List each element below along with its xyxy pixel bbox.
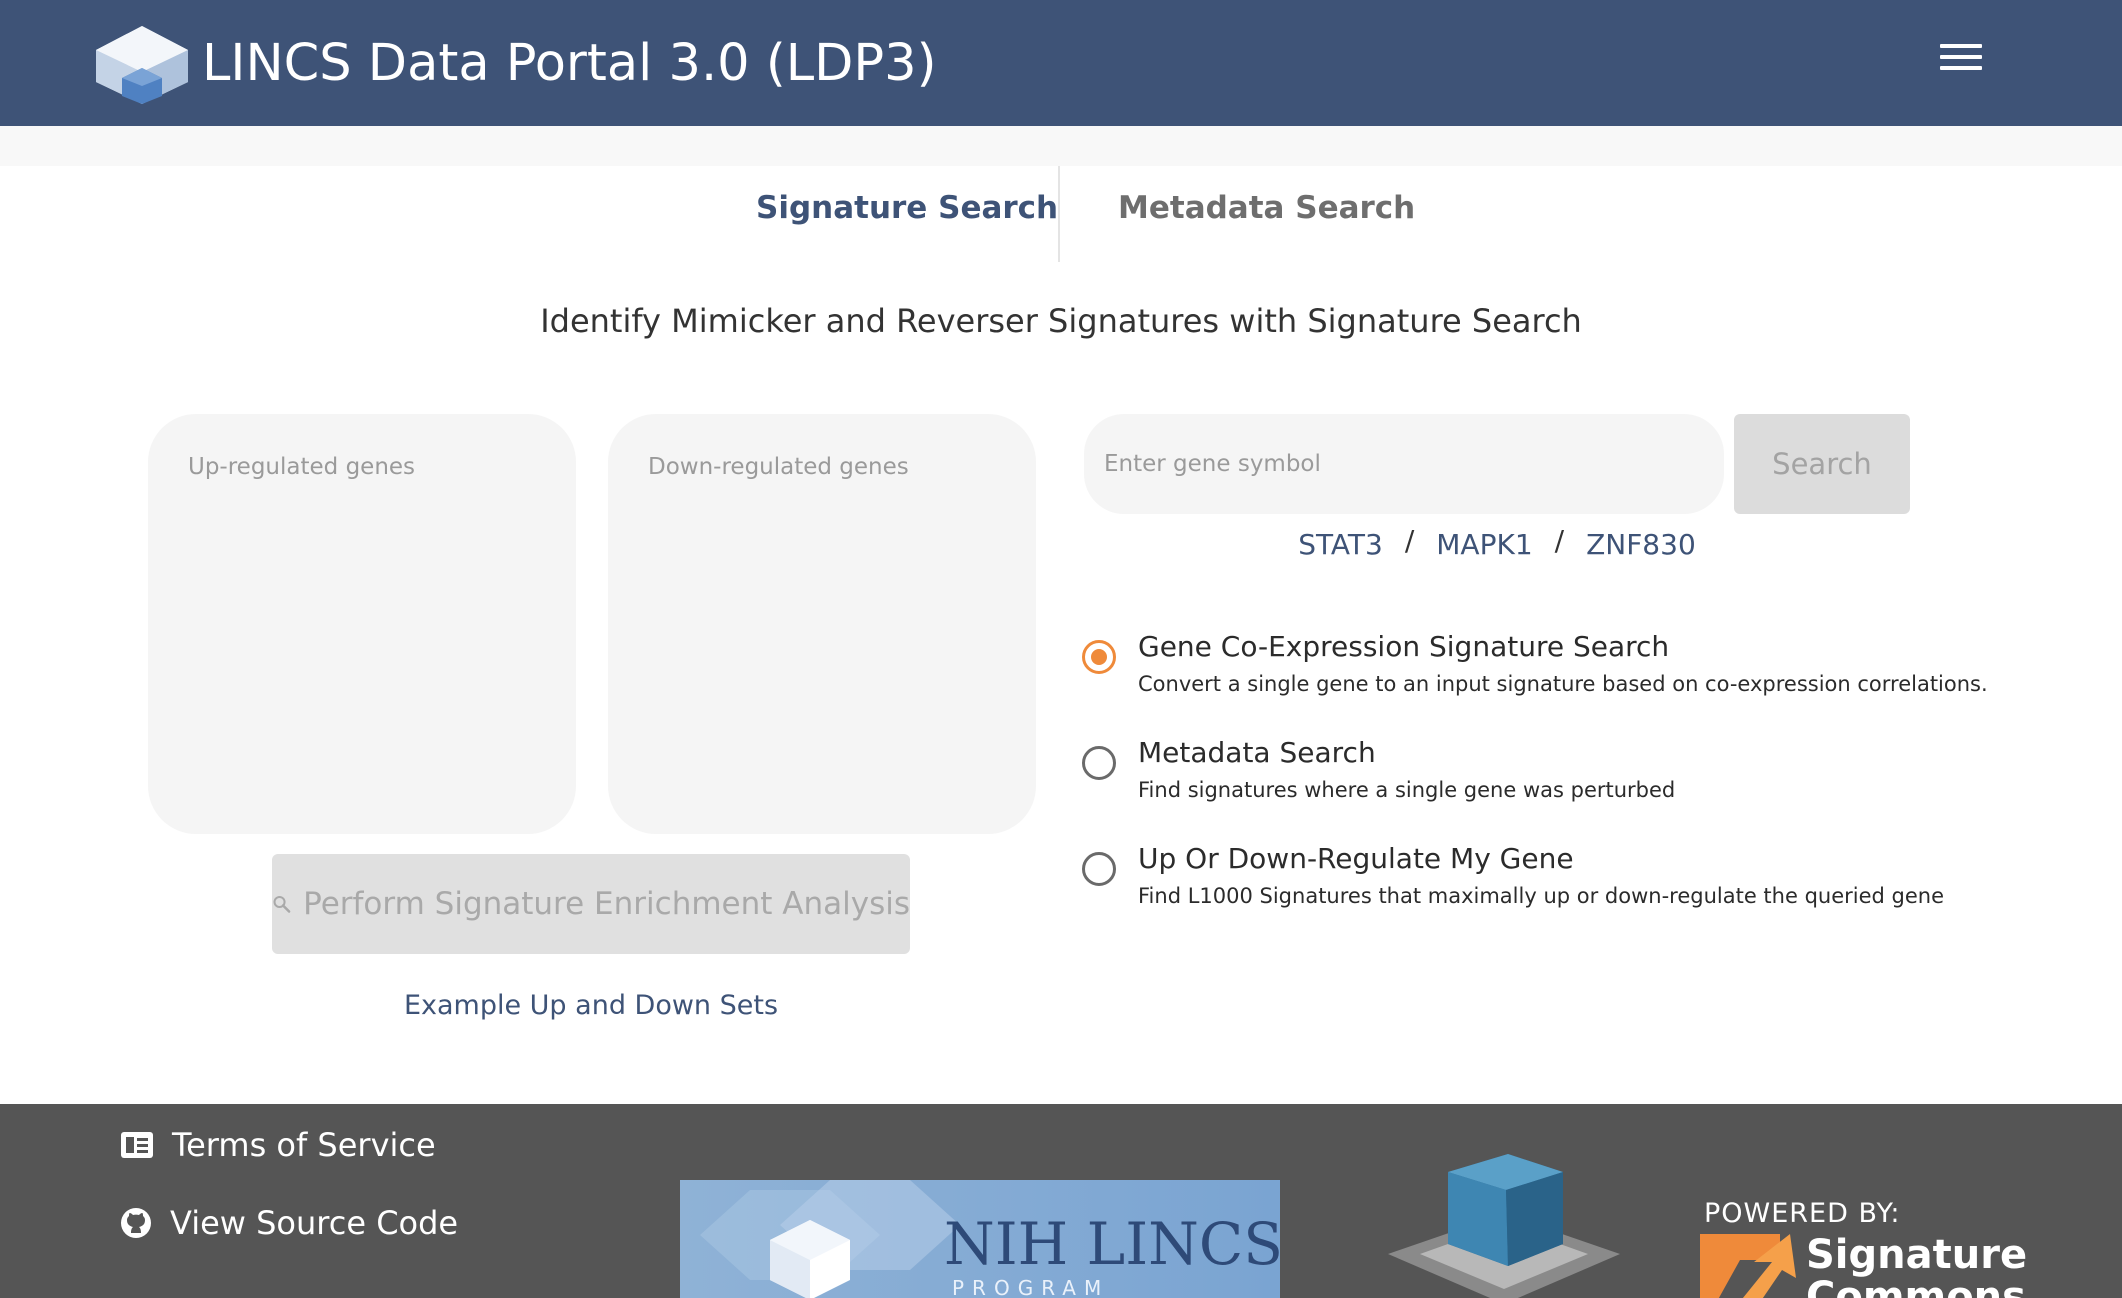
search-mode-title: Metadata Search xyxy=(1138,736,1376,769)
up-regulated-genes-input[interactable] xyxy=(148,414,576,834)
signature-commons-name-line-1: Signature xyxy=(1806,1232,2028,1278)
document-icon xyxy=(121,1132,153,1158)
radio-button[interactable] xyxy=(1082,852,1116,886)
enrich-button-label: Perform Signature Enrichment Analysis xyxy=(303,886,910,922)
search-mode-option[interactable]: Metadata Search Find signatures where a … xyxy=(1082,736,1982,816)
search-mode-description: Convert a single gene to an input signat… xyxy=(1138,672,1988,696)
tab-divider xyxy=(1058,166,1060,262)
perform-enrichment-button[interactable]: Perform Signature Enrichment Analysis xyxy=(272,854,910,954)
nih-cube-graphic xyxy=(700,1180,960,1298)
nih-lincs-banner[interactable]: NIH LINCS PROGRAM xyxy=(680,1180,1280,1298)
nih-lincs-subtitle: PROGRAM xyxy=(952,1276,1110,1298)
nih-lincs-title: NIH LINCS xyxy=(944,1210,1280,1278)
lincs-cube-logo[interactable] xyxy=(92,24,192,106)
gene-symbol-input[interactable] xyxy=(1084,414,1724,514)
signature-commons-name-line-2: Commons xyxy=(1806,1274,2026,1298)
tab-signature-search[interactable]: Signature Search xyxy=(756,190,1058,226)
footer: Terms of Service View Source Code NIH LI… xyxy=(0,1104,2122,1298)
signature-commons-name: Signature Commons xyxy=(1806,1234,2027,1298)
github-icon xyxy=(121,1208,151,1238)
search-icon xyxy=(273,895,291,913)
example-sets-link[interactable]: Example Up and Down Sets xyxy=(200,990,982,1021)
gene-separator: / xyxy=(1404,524,1415,557)
example-genes: STAT3 / MAPK1 / ZNF830 xyxy=(1084,524,1910,561)
signature-commons-arrow-icon xyxy=(1700,1234,1796,1298)
view-source-code-label: View Source Code xyxy=(170,1204,459,1242)
search-mode-option[interactable]: Gene Co-Expression Signature Search Conv… xyxy=(1082,630,1988,710)
example-gene-link[interactable]: MAPK1 xyxy=(1436,528,1532,561)
powered-by-label: POWERED BY: xyxy=(1704,1198,1901,1229)
signature-commons-logo[interactable]: Signature Commons xyxy=(1700,1234,2027,1298)
example-gene-link[interactable]: ZNF830 xyxy=(1586,528,1696,561)
search-mode-option[interactable]: Up Or Down-Regulate My Gene Find L1000 S… xyxy=(1082,842,1982,922)
radio-button-selected[interactable] xyxy=(1082,640,1116,674)
search-mode-description: Find signatures where a single gene was … xyxy=(1138,778,1676,802)
search-button[interactable]: Search xyxy=(1734,414,1910,514)
page-headline: Identify Mimicker and Reverser Signature… xyxy=(540,302,1582,340)
search-mode-title: Gene Co-Expression Signature Search xyxy=(1138,630,1670,663)
terms-of-service-link[interactable]: Terms of Service xyxy=(120,1126,436,1164)
tab-metadata-search[interactable]: Metadata Search xyxy=(1118,190,1415,226)
radio-button[interactable] xyxy=(1082,746,1116,780)
lincs-3d-cube-icon[interactable] xyxy=(1388,1154,1620,1298)
terms-of-service-label: Terms of Service xyxy=(172,1126,436,1164)
app-title[interactable]: LINCS Data Portal 3.0 (LDP3) xyxy=(202,34,937,93)
hamburger-menu-icon[interactable] xyxy=(1940,44,1982,78)
example-gene-link[interactable]: STAT3 xyxy=(1298,528,1383,561)
gene-separator: / xyxy=(1554,524,1565,557)
search-mode-description: Find L1000 Signatures that maximally up … xyxy=(1138,884,1944,908)
search-mode-title: Up Or Down-Regulate My Gene xyxy=(1138,842,1574,875)
header-subbar xyxy=(0,126,2122,166)
view-source-code-link[interactable]: View Source Code xyxy=(120,1204,458,1242)
top-nav-bar: LINCS Data Portal 3.0 (LDP3) xyxy=(0,0,2122,126)
down-regulated-genes-input[interactable] xyxy=(608,414,1036,834)
